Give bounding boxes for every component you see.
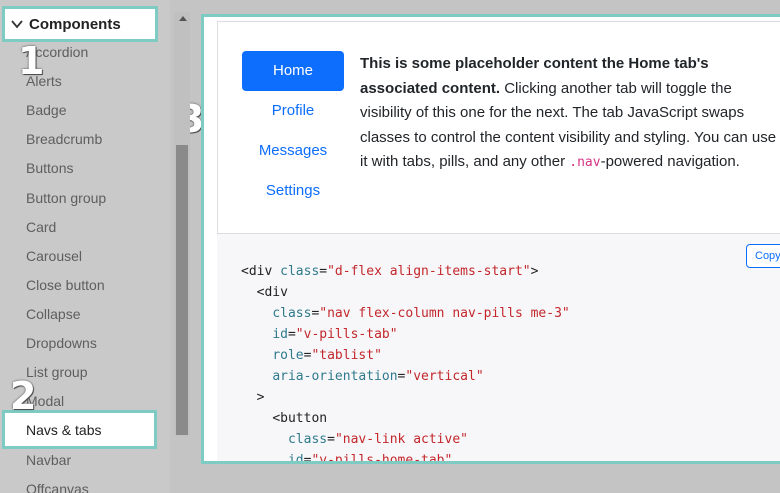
annotation-number-2: 2 — [10, 374, 37, 418]
code-block: <div class="d-flex align-items-start"> <… — [241, 261, 570, 464]
sidebar-item-badge[interactable]: Badge — [26, 102, 66, 118]
sidebar-section-title: Components — [29, 15, 121, 33]
pill-messages[interactable]: Messages — [242, 131, 344, 171]
scroll-up-arrow-icon[interactable] — [179, 16, 187, 21]
tab-pane-tail-text: -powered navigation. — [600, 153, 740, 170]
code-attr-name: aria-orientation — [272, 369, 398, 384]
tab-pane-inline-code: .nav — [569, 155, 601, 170]
code-tag: = — [287, 327, 296, 342]
main-content-panel: Home Profile Messages Settings This is s… — [201, 14, 780, 464]
code-attr-value: "d-flex align-items-start" — [327, 264, 531, 279]
pill-profile[interactable]: Profile — [242, 91, 344, 131]
top-strip — [200, 0, 780, 14]
annotation-number-1: 1 — [18, 39, 45, 83]
code-attr-name: class — [280, 264, 320, 279]
code-attr-value: "nav-link active" — [334, 432, 468, 447]
code-line: <button — [241, 408, 570, 429]
code-tag: > — [530, 264, 539, 279]
sidebar-item-dropdowns[interactable]: Dropdowns — [26, 335, 97, 351]
sidebar-item-card[interactable]: Card — [26, 219, 56, 235]
code-tag: <div — [241, 264, 281, 279]
chevron-down-icon — [9, 16, 25, 32]
sidebar-item-breadcrumb[interactable]: Breadcrumb — [26, 131, 102, 147]
code-attr-name: id — [272, 327, 288, 342]
pill-settings[interactable]: Settings — [242, 171, 344, 211]
code-attr-value: "tablist" — [311, 348, 382, 363]
code-line: <div class="d-flex align-items-start"> — [241, 261, 570, 282]
code-attr-name: role — [272, 348, 304, 363]
tab-pane-content: This is some placeholder content the Hom… — [360, 52, 780, 176]
code-line: class="nav-link active" — [241, 429, 570, 450]
code-line: role="tablist" — [241, 345, 570, 366]
code-snippet: Copy <div class="d-flex align-items-star… — [217, 234, 780, 464]
code-line: aria-orientation="vertical" — [241, 366, 570, 387]
code-tag: <div — [256, 285, 288, 300]
sidebar-item-carousel[interactable]: Carousel — [26, 248, 82, 264]
code-attr-value: "v-pills-tab" — [295, 327, 398, 342]
copy-button[interactable]: Copy — [746, 244, 780, 268]
code-attr-name: id — [287, 453, 304, 464]
code-line: > — [241, 387, 570, 408]
sidebar-item-buttons[interactable]: Buttons — [26, 160, 73, 176]
sidebar-item-button-group[interactable]: Button group — [26, 190, 106, 206]
code-tag: = — [319, 264, 328, 279]
sidebar-item-collapse[interactable]: Collapse — [26, 306, 80, 322]
code-line: id="v-pills-home-tab" — [241, 450, 570, 464]
code-attr-value: "vertical" — [405, 369, 484, 384]
code-tag: <button — [272, 411, 328, 426]
vertical-pills-nav: Home Profile Messages Settings — [242, 51, 344, 211]
pill-home[interactable]: Home — [242, 51, 344, 91]
code-attr-value: "nav flex-column nav-pills me-3" — [319, 306, 570, 321]
code-line: class="nav flex-column nav-pills me-3" — [241, 303, 570, 324]
example-preview: Home Profile Messages Settings This is s… — [217, 21, 780, 234]
scrollbar-thumb[interactable] — [176, 145, 188, 435]
code-attr-value: "v-pills-home-tab" — [311, 453, 453, 464]
code-attr-name: class — [287, 432, 328, 447]
sidebar-item-navbar[interactable]: Navbar — [26, 452, 71, 468]
sidebar-item-offcanvas[interactable]: Offcanvas — [26, 481, 89, 493]
sidebar-section-components[interactable]: Components — [2, 6, 158, 42]
code-line: id="v-pills-tab" — [241, 324, 570, 345]
sidebar-item-close-button[interactable]: Close button — [26, 277, 105, 293]
code-tag: > — [256, 390, 265, 405]
code-attr-name: class — [272, 306, 312, 321]
sidebar-item-label: Navs & tabs — [26, 421, 102, 438]
code-tag: = — [327, 432, 335, 447]
code-line: <div — [241, 282, 570, 303]
